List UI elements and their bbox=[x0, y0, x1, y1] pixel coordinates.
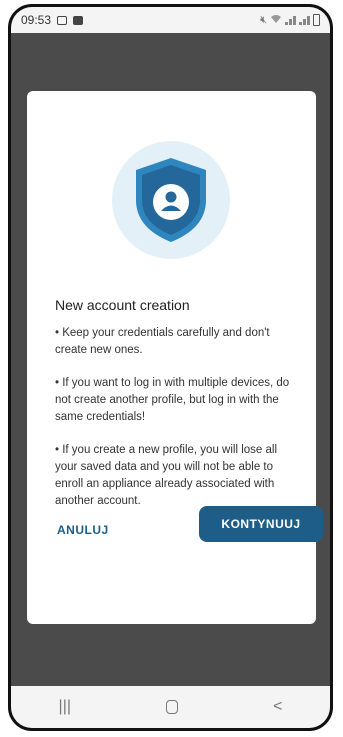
bullet-multiple-devices: • If you want to log in with multiple de… bbox=[55, 377, 290, 423]
wifi-icon bbox=[270, 14, 282, 27]
status-time: 09:53 bbox=[21, 13, 52, 27]
system-nav-bar: ||| < bbox=[11, 686, 330, 728]
status-right: 🔇︎ bbox=[260, 14, 320, 27]
mute-icon: 🔇︎ bbox=[260, 13, 267, 26]
cancel-button[interactable]: ANULUJ bbox=[57, 523, 109, 537]
shield-badge bbox=[112, 141, 230, 259]
recent-apps-button[interactable]: ||| bbox=[59, 698, 71, 716]
notification-icon bbox=[73, 15, 84, 25]
bullet-new-profile-warning: • If you create a new profile, you will … bbox=[55, 444, 277, 507]
signal-icon bbox=[285, 15, 296, 25]
back-button[interactable]: < bbox=[273, 698, 282, 716]
dialog-body: • Keep your credentials carefully and do… bbox=[55, 325, 300, 526]
home-button[interactable] bbox=[166, 700, 179, 714]
account-creation-dialog: New account creation • Keep your credent… bbox=[27, 91, 316, 624]
bullet-credentials: • Keep your credentials carefully and do… bbox=[55, 327, 270, 356]
phone-frame: 09:53 🔇︎ ○ ───────── New account cre bbox=[8, 4, 333, 731]
status-bar: 09:53 🔇︎ bbox=[11, 7, 330, 33]
status-left: 09:53 bbox=[21, 13, 84, 27]
shield-user-icon bbox=[136, 158, 206, 242]
dialog-title: New account creation bbox=[55, 297, 190, 313]
continue-button[interactable]: KONTYNUUJ bbox=[199, 506, 323, 542]
image-icon bbox=[57, 15, 68, 25]
signal-icon-2 bbox=[299, 15, 310, 25]
battery-icon bbox=[313, 14, 320, 26]
